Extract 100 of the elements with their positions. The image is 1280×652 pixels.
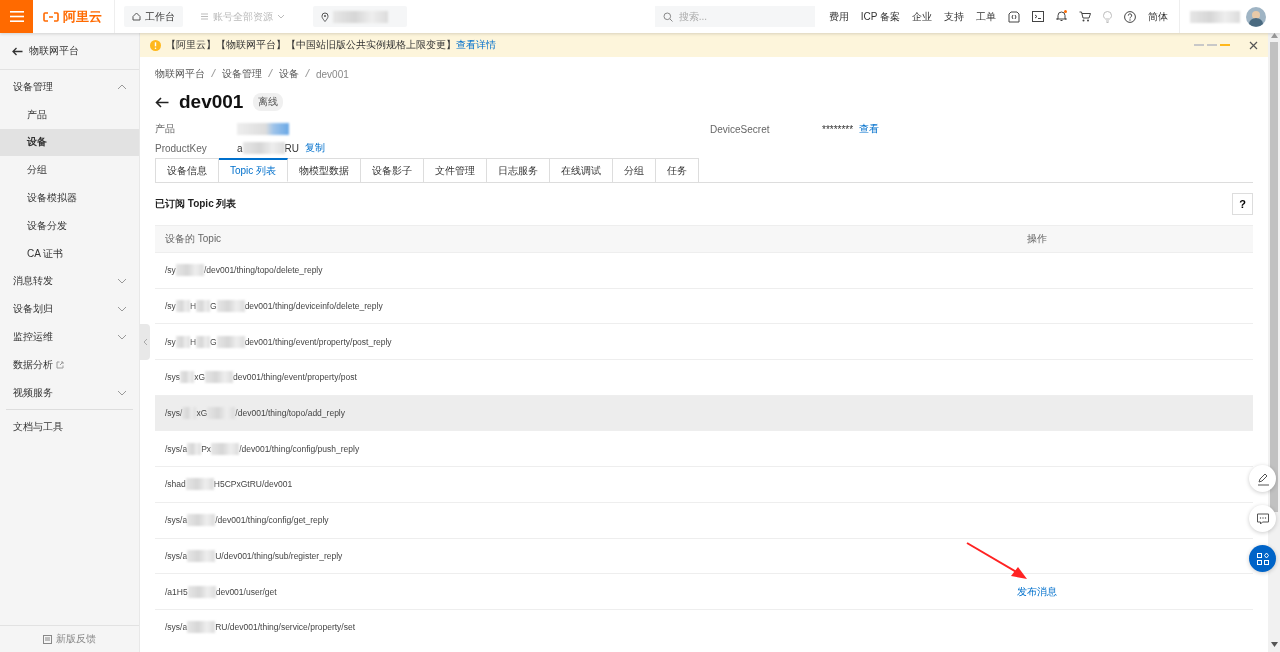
- nav-link[interactable]: 工单: [976, 9, 996, 24]
- topic-text: H5CPxGtRU/dev001: [213, 479, 293, 490]
- topic-text: /dev001/thing/config/push_reply: [239, 443, 360, 454]
- sidebar-subitem[interactable]: CA 证书: [0, 239, 139, 268]
- sidebar-item[interactable]: 监控运维: [0, 323, 139, 351]
- menu-button[interactable]: [0, 0, 33, 33]
- close-button[interactable]: [1249, 40, 1258, 50]
- back-link[interactable]: 物联网平台: [0, 33, 139, 70]
- chevron-left-icon: [142, 338, 148, 346]
- tab[interactable]: 设备信息: [155, 158, 219, 182]
- topic-text: dev001/user/get: [215, 586, 277, 597]
- redacted-text: [187, 442, 202, 455]
- tab[interactable]: 设备影子: [361, 158, 425, 182]
- view-link[interactable]: 查看: [859, 122, 880, 136]
- table-row[interactable]: /a1H5 dev001/user/get 发布消息: [155, 573, 1253, 609]
- scroll-down-icon: [1270, 642, 1278, 647]
- status-tag: 离线: [253, 93, 284, 111]
- topic-text: /sy: [165, 336, 176, 347]
- topic-text: /sys/a: [165, 622, 188, 633]
- sidebar-subitem[interactable]: 设备模拟器: [0, 184, 139, 212]
- bell-icon[interactable]: [1056, 9, 1067, 22]
- chevron-down-icon: [117, 334, 127, 341]
- sidebar-item[interactable]: 设备管理: [0, 73, 139, 101]
- table-row[interactable]: /sy /dev001/thing/topo/delete_reply: [155, 252, 1253, 288]
- nav-link[interactable]: 支持: [944, 9, 964, 24]
- topic-text: /sys: [165, 372, 181, 383]
- tab[interactable]: Topic 列表: [219, 158, 289, 182]
- scrollbar[interactable]: [1268, 33, 1280, 652]
- table-row[interactable]: /shad H5CPxGtRU/dev001: [155, 466, 1253, 502]
- redacted-text: [205, 371, 233, 384]
- feedback-button[interactable]: 新版反馈: [0, 625, 139, 652]
- topic-text: /a1H5: [165, 586, 188, 597]
- code-bracket-icon[interactable]: [1008, 10, 1020, 23]
- redacted-text: [185, 478, 214, 491]
- language-link[interactable]: 简体: [1148, 9, 1168, 24]
- sidebar-subitem[interactable]: 设备: [0, 128, 139, 157]
- notice-text: 【阿里云】【物联网平台】【中国站旧版公共实例规格上限变更】: [166, 38, 456, 52]
- table-row[interactable]: /sys xG dev001/thing/event/property/post: [155, 359, 1253, 395]
- help-icon[interactable]: [1124, 10, 1136, 23]
- sidebar-item[interactable]: 消息转发: [0, 267, 139, 296]
- breadcrumb-item[interactable]: 设备管理: [222, 67, 262, 81]
- field-label: 产品: [155, 122, 176, 136]
- table-row[interactable]: /sy H G dev001/thing/deviceinfo/delete_reply: [155, 287, 1253, 324]
- annotation-arrow: [966, 542, 1028, 580]
- topic-text: /dev001/thing/topo/add_reply: [235, 408, 345, 419]
- redacted-text: [180, 371, 195, 384]
- back-arrow-icon[interactable]: [155, 96, 169, 108]
- tab[interactable]: 任务: [656, 158, 700, 182]
- redacted-text: [187, 514, 216, 527]
- topic-text: /sys/a: [165, 550, 188, 561]
- product-key-text: RU: [284, 142, 299, 154]
- feedback-icon: [43, 634, 52, 644]
- chat-bubble-icon: [1255, 511, 1270, 526]
- redacted-text: [216, 300, 245, 313]
- breadcrumb-item[interactable]: 设备: [279, 67, 299, 81]
- topic-text: /dev001/thing/config/get_reply: [215, 515, 329, 526]
- sidebar-subitem[interactable]: 设备分发: [0, 212, 139, 240]
- nav-link[interactable]: 费用: [828, 9, 849, 24]
- sidebar-subitem[interactable]: 分组: [0, 156, 139, 185]
- help-button[interactable]: ?: [1232, 193, 1253, 215]
- sidebar-subitem[interactable]: 产品: [0, 100, 139, 129]
- table-row[interactable]: /sys/ xG /dev001/thing/topo/add_reply: [155, 394, 1253, 431]
- tab[interactable]: 文件管理: [424, 158, 488, 182]
- tab[interactable]: 在线调试: [550, 158, 614, 182]
- table-row[interactable]: /sys/a Px /dev001/thing/config/push_reply: [155, 430, 1253, 467]
- nav-link[interactable]: ICP 备案: [860, 9, 900, 24]
- copy-link[interactable]: 复制: [305, 141, 325, 155]
- breadcrumb-item[interactable]: 物联网平台: [155, 67, 205, 81]
- topic-text: /sy: [165, 301, 176, 312]
- column-header: 操作: [1026, 232, 1048, 246]
- collapse-handle[interactable]: [140, 324, 150, 360]
- tab[interactable]: 物模型数据: [288, 158, 362, 182]
- device-name: dev001: [179, 91, 244, 113]
- tab[interactable]: 日志服务: [487, 158, 551, 182]
- sidebar-item[interactable]: 视频服务: [0, 378, 139, 407]
- table-row[interactable]: /sys/a U/dev001/thing/sub/register_reply: [155, 537, 1253, 574]
- topic-text: G: [210, 301, 217, 312]
- apps-grid-icon: [1255, 551, 1270, 566]
- publish-link[interactable]: 发布消息: [1017, 585, 1057, 597]
- table-row[interactable]: /sys/a RU/dev001/thing/service/property/set: [155, 608, 1253, 645]
- nav-link[interactable]: 企业: [912, 9, 932, 24]
- cart-icon[interactable]: [1079, 11, 1091, 22]
- redacted-text: [333, 10, 388, 23]
- topic-text: /sy: [165, 265, 176, 276]
- slash-icon: [211, 68, 216, 78]
- topic-text: G: [210, 336, 217, 347]
- workbench-button[interactable]: 工作台: [124, 6, 183, 27]
- avatar-icon[interactable]: [1246, 6, 1266, 27]
- terminal-icon[interactable]: [1032, 11, 1044, 22]
- field-label: DeviceSecret: [710, 123, 771, 135]
- tab[interactable]: 分组: [613, 158, 657, 182]
- sidebar-item[interactable]: 设备划归: [0, 295, 139, 324]
- sidebar-item[interactable]: 文档与工具: [0, 413, 139, 442]
- slash-icon: [305, 68, 310, 78]
- sidebar-item[interactable]: 数据分析: [0, 350, 139, 379]
- notice-link[interactable]: 查看详情: [456, 38, 496, 52]
- external-link-icon: [56, 360, 64, 369]
- table-row[interactable]: /sys/a /dev001/thing/config/get_reply: [155, 501, 1253, 538]
- table-row[interactable]: /sy H G dev001/thing/event/property/post_reply: [155, 323, 1253, 360]
- list-icon: [200, 12, 209, 21]
